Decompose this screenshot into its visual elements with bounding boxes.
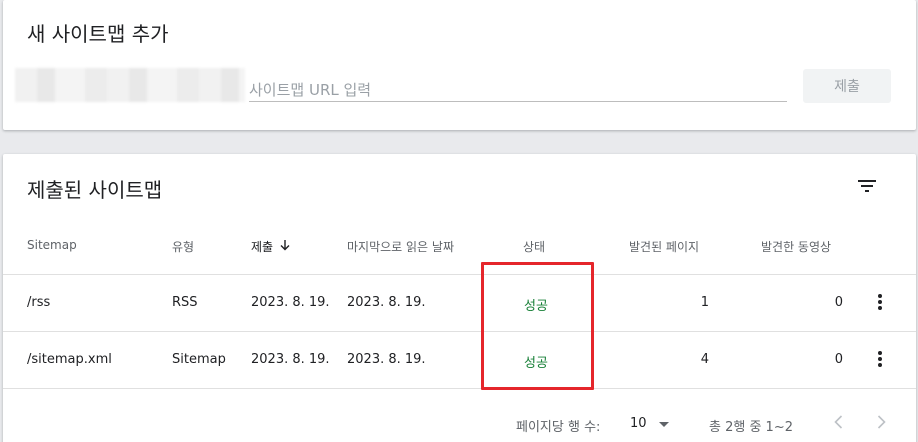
last-read-cell: 2023. 8. 19. bbox=[347, 352, 426, 367]
add-sitemap-title: 새 사이트맵 추가 bbox=[27, 22, 169, 46]
more-vert-icon[interactable] bbox=[869, 291, 891, 313]
sitemap-cell[interactable]: /rss bbox=[27, 295, 50, 310]
arrow-down-icon bbox=[280, 240, 290, 251]
column-header-submitted[interactable]: 제출 bbox=[251, 238, 291, 255]
table-row[interactable]: /sitemap.xml Sitemap 2023. 8. 19. 2023. … bbox=[3, 332, 916, 388]
column-header-videos[interactable]: 발견한 동영상 bbox=[761, 238, 831, 255]
column-header-type[interactable]: 유형 bbox=[172, 238, 194, 255]
dropdown-arrow-icon[interactable] bbox=[657, 420, 671, 430]
column-header-status[interactable]: 상태 bbox=[523, 238, 545, 255]
column-header-submitted-label: 제출 bbox=[251, 240, 274, 254]
type-cell: Sitemap bbox=[172, 352, 226, 367]
url-prefix-blurred bbox=[15, 68, 245, 102]
sitemap-cell[interactable]: /sitemap.xml bbox=[27, 352, 112, 367]
type-cell: RSS bbox=[172, 295, 198, 310]
submitted-sitemaps-card: 제출된 사이트맵 Sitemap 유형 제출 마지막으로 읽은 날짜 상태 발견… bbox=[3, 154, 916, 442]
last-read-cell: 2023. 8. 19. bbox=[347, 295, 426, 310]
sitemap-url-input[interactable] bbox=[249, 70, 787, 102]
submit-button[interactable]: 제출 bbox=[803, 69, 891, 103]
pagination-range: 총 2행 중 1~2 bbox=[709, 420, 793, 435]
table-row[interactable]: /rss RSS 2023. 8. 19. 2023. 8. 19. 성공 1 … bbox=[3, 275, 916, 331]
table-bottom-divider bbox=[3, 388, 916, 389]
videos-cell: 0 bbox=[834, 295, 843, 310]
more-vert-icon[interactable] bbox=[869, 348, 891, 370]
pages-cell: 4 bbox=[700, 352, 709, 367]
videos-cell: 0 bbox=[834, 352, 843, 367]
filter-icon[interactable] bbox=[855, 174, 879, 198]
pages-cell: 1 bbox=[700, 295, 709, 310]
rows-per-page-label: 페이지당 행 수: bbox=[516, 420, 601, 435]
column-header-pages[interactable]: 발견된 페이지 bbox=[629, 238, 699, 255]
add-sitemap-card: 새 사이트맵 추가 제출 bbox=[3, 0, 916, 130]
column-header-sitemap[interactable]: Sitemap bbox=[27, 238, 77, 252]
chevron-right-icon[interactable] bbox=[871, 412, 891, 432]
rows-per-page-select[interactable]: 10 bbox=[630, 416, 647, 431]
submitted-sitemaps-title: 제출된 사이트맵 bbox=[27, 178, 163, 202]
column-header-last-read[interactable]: 마지막으로 읽은 날짜 bbox=[347, 238, 454, 255]
status-highlight-box bbox=[481, 262, 594, 390]
chevron-left-icon[interactable] bbox=[829, 412, 849, 432]
submitted-cell: 2023. 8. 19. bbox=[251, 352, 330, 367]
submitted-cell: 2023. 8. 19. bbox=[251, 295, 330, 310]
